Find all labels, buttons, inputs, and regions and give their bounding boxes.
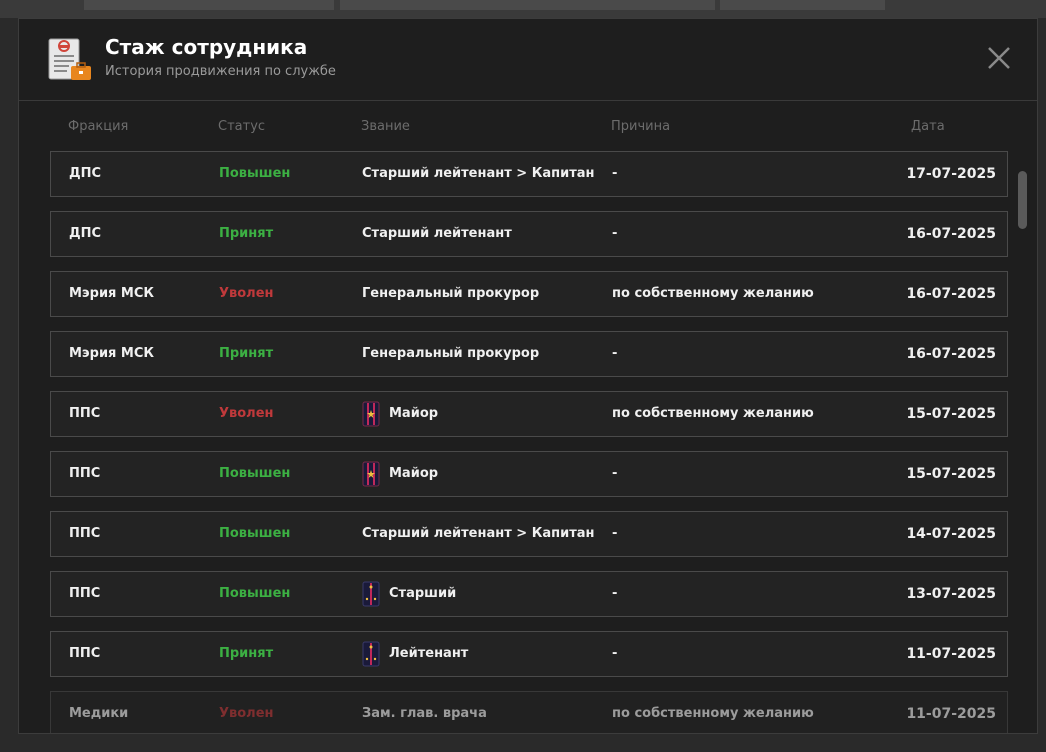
row-status: Уволен [219,286,274,301]
row-rank-label: Старший лейтенант > Капитан [362,526,595,541]
row-rank-label: Зам. глав. врача [362,706,487,721]
row-faction: ППС [69,586,101,601]
row-faction: ППС [69,526,101,541]
junior-epaulette-icon [362,581,380,607]
row-faction: Мэрия МСК [69,286,155,301]
background-segment [340,0,715,10]
row-rank-label: Генеральный прокурор [362,286,540,301]
row-reason: - [612,166,618,181]
row-rank: Генеральный прокурор [362,332,539,376]
column-header-status: Статус [218,119,266,134]
major-epaulette-icon [362,461,380,487]
background-strip [0,0,1046,18]
row-status: Повышен [219,586,291,601]
row-date: 11-07-2025 [906,646,996,662]
row-reason: - [612,346,618,361]
page-subtitle: История продвижения по службе [105,64,336,79]
history-row[interactable]: ДПС Повышен Старший лейтенант > Капитан - 17… [50,151,1008,197]
history-row[interactable]: ППС Уволен Майор по собственному желанию 15-… [50,391,1008,437]
row-rank-label: Лейтенант [389,646,469,661]
history-list: ДПС Повышен Старший лейтенант > Капитан - 17… [50,151,1008,733]
history-row[interactable]: ДПС Принят Старший лейтенант - 16-07-2025 [50,211,1008,257]
row-rank: Майор [362,452,438,496]
row-faction: ППС [69,466,101,481]
history-row[interactable]: ППС Повышен Майор - 15-07-2025 [50,451,1008,497]
page-title: Стаж сотрудника [105,35,308,59]
row-status: Принят [219,226,274,241]
row-rank-label: Майор [389,466,439,481]
row-faction: ДПС [69,166,101,181]
row-faction: ППС [69,646,101,661]
row-faction: Мэрия МСК [69,346,155,361]
row-reason: по собственному желанию [612,286,814,301]
modal-header: Стаж сотрудника История продвижения по с… [19,19,1037,101]
row-rank: Старший [362,572,456,616]
history-row[interactable]: ППС Повышен Старший лейтенант > Капитан - 14… [50,511,1008,557]
row-rank: Майор [362,392,438,436]
row-status: Принят [219,346,274,361]
lieutenant-epaulette-icon [362,641,380,667]
row-reason: - [612,646,618,661]
document-briefcase-icon [48,38,91,80]
row-reason: - [612,466,618,481]
row-reason: - [612,226,618,241]
row-reason: по собственному желанию [612,406,814,421]
row-rank-label: Генеральный прокурор [362,346,540,361]
row-rank-label: Старший лейтенант [362,226,512,241]
row-reason: - [612,586,618,601]
row-rank-label: Старший лейтенант > Капитан [362,166,595,181]
row-status: Уволен [219,706,274,721]
column-header-rank: Звание [361,119,410,134]
column-header-date: Дата [911,119,945,134]
row-status: Уволен [219,406,274,421]
row-rank: Генеральный прокурор [362,272,539,316]
row-date: 15-07-2025 [906,406,996,422]
history-row[interactable]: ППС Повышен Старший - 13-07-2025 [50,571,1008,617]
history-row[interactable]: Мэрия МСК Принят Генеральный прокурор - 16-0… [50,331,1008,377]
column-header-reason: Причина [611,119,671,134]
row-date: 16-07-2025 [906,346,996,362]
row-rank-label: Майор [389,406,439,421]
row-rank: Зам. глав. врача [362,692,487,733]
scrollbar-thumb[interactable] [1018,171,1027,229]
row-status: Повышен [219,166,291,181]
background-segment [720,0,885,10]
row-status: Принят [219,646,274,661]
row-rank-label: Старший [389,586,457,601]
row-rank: Старший лейтенант > Капитан [362,152,595,196]
row-date: 14-07-2025 [906,526,996,542]
row-status: Повышен [219,466,291,481]
column-header-faction: Фракция [68,119,129,134]
history-row[interactable]: ППС Принят Лейтенант - 11-07-2025 [50,631,1008,677]
row-reason: - [612,526,618,541]
row-rank: Старший лейтенант > Капитан [362,512,595,556]
history-row[interactable]: Мэрия МСК Уволен Генеральный прокурор по со… [50,271,1008,317]
row-reason: по собственному желанию [612,706,814,721]
row-date: 16-07-2025 [906,286,996,302]
row-date: 13-07-2025 [906,586,996,602]
major-epaulette-icon [362,401,380,427]
row-faction: ППС [69,406,101,421]
row-date: 15-07-2025 [906,466,996,482]
row-rank: Старший лейтенант [362,212,512,256]
close-icon[interactable] [987,46,1011,70]
row-faction: ДПС [69,226,101,241]
history-row[interactable]: Медики Уволен Зам. глав. врача по собственн… [50,691,1008,733]
row-status: Повышен [219,526,291,541]
row-date: 17-07-2025 [906,166,996,182]
row-date: 16-07-2025 [906,226,996,242]
row-date: 11-07-2025 [906,706,996,722]
employee-history-modal: Стаж сотрудника История продвижения по с… [18,18,1038,734]
column-headers: Фракция Статус Звание Причина Дата [19,101,1037,151]
background-segment [84,0,334,10]
row-rank: Лейтенант [362,632,468,676]
row-faction: Медики [69,706,129,721]
